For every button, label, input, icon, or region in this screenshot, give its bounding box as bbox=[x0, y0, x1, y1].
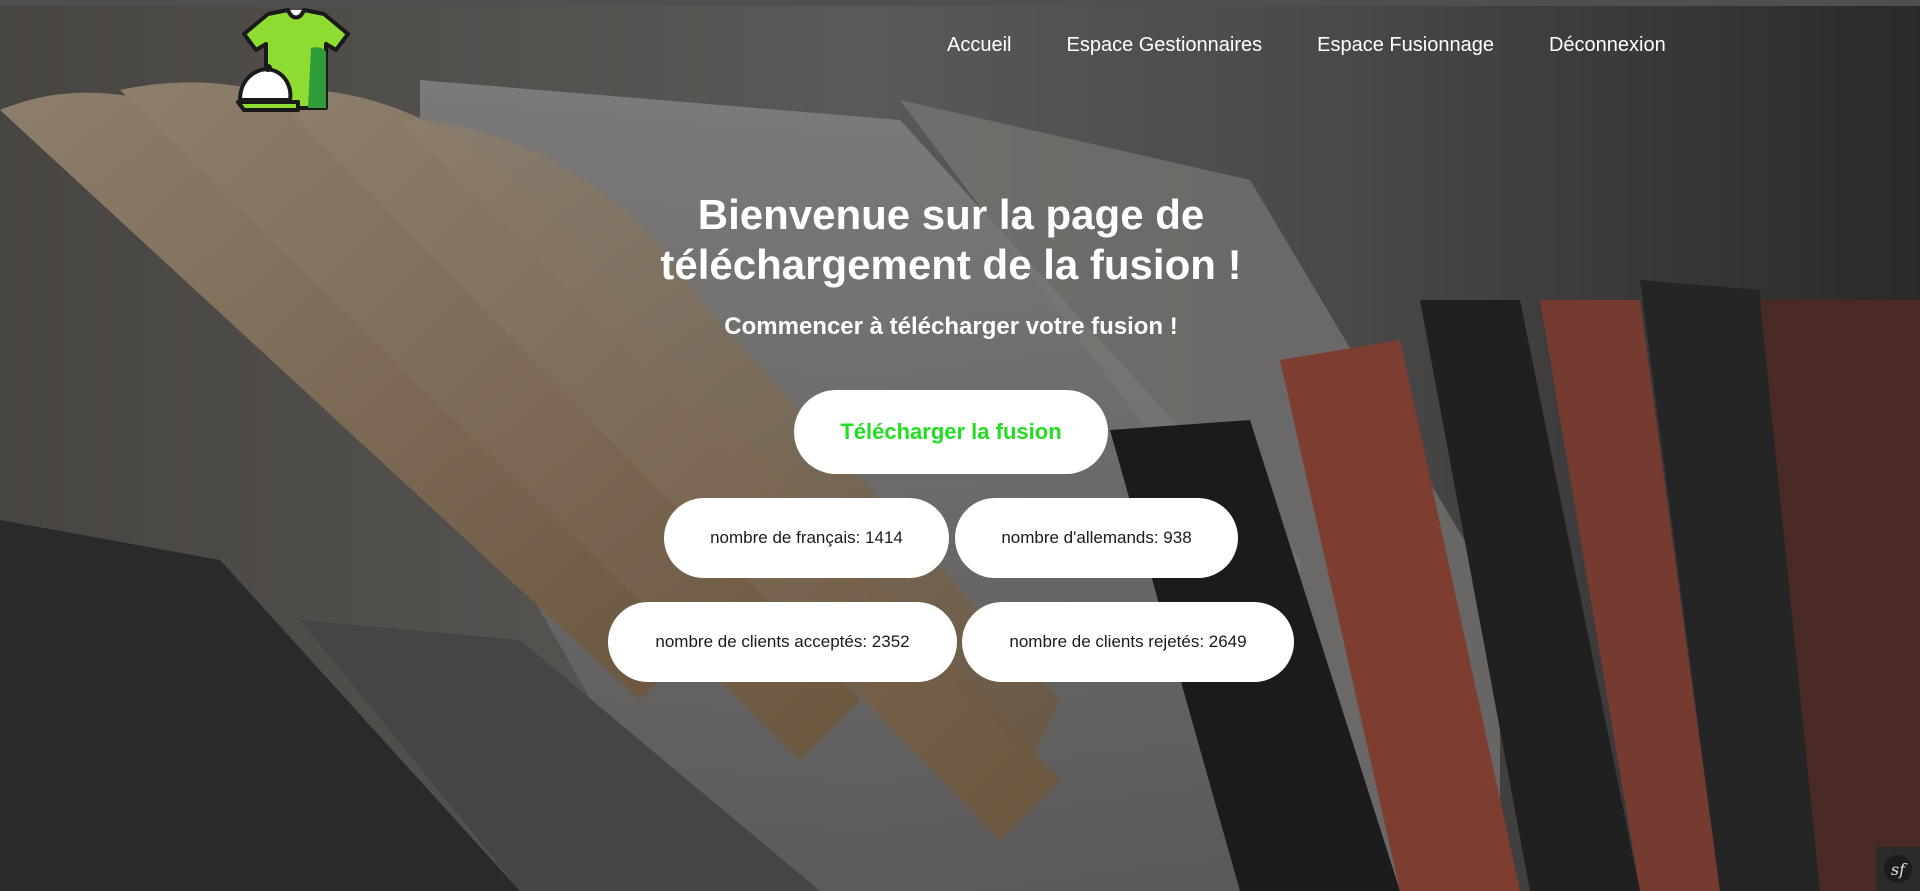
tshirt-cap-logo-icon[interactable] bbox=[236, 8, 356, 114]
page-title: Bienvenue sur la page de téléchargement … bbox=[660, 191, 1242, 288]
nav-deconnexion[interactable]: Déconnexion bbox=[1549, 34, 1666, 57]
stat-rejected-count: nombre de clients rejetés: 2649 bbox=[962, 602, 1294, 682]
nav-espace-gestionnaires[interactable]: Espace Gestionnaires bbox=[1066, 34, 1262, 57]
stat-accepted-count: nombre de clients acceptés: 2352 bbox=[608, 602, 957, 682]
stat-german-count: nombre d'allemands: 938 bbox=[955, 498, 1238, 578]
page: Accueil Espace Gestionnaires Espace Fusi… bbox=[0, 0, 1920, 891]
nav-espace-fusionnage[interactable]: Espace Fusionnage bbox=[1317, 34, 1494, 57]
nav-accueil[interactable]: Accueil bbox=[947, 34, 1011, 57]
page-subtitle: Commencer à télécharger votre fusion ! bbox=[724, 313, 1178, 340]
symfony-toolbar-toggle[interactable]: sf bbox=[1876, 847, 1920, 891]
symfony-icon: sf bbox=[1884, 855, 1912, 883]
stat-french-count: nombre de français: 1414 bbox=[664, 498, 949, 578]
download-fusion-button[interactable]: Télécharger la fusion bbox=[794, 390, 1108, 474]
hero: Bienvenue sur la page de téléchargement … bbox=[0, 190, 1902, 342]
main-nav: Accueil Espace Gestionnaires Espace Fusi… bbox=[947, 34, 1666, 57]
